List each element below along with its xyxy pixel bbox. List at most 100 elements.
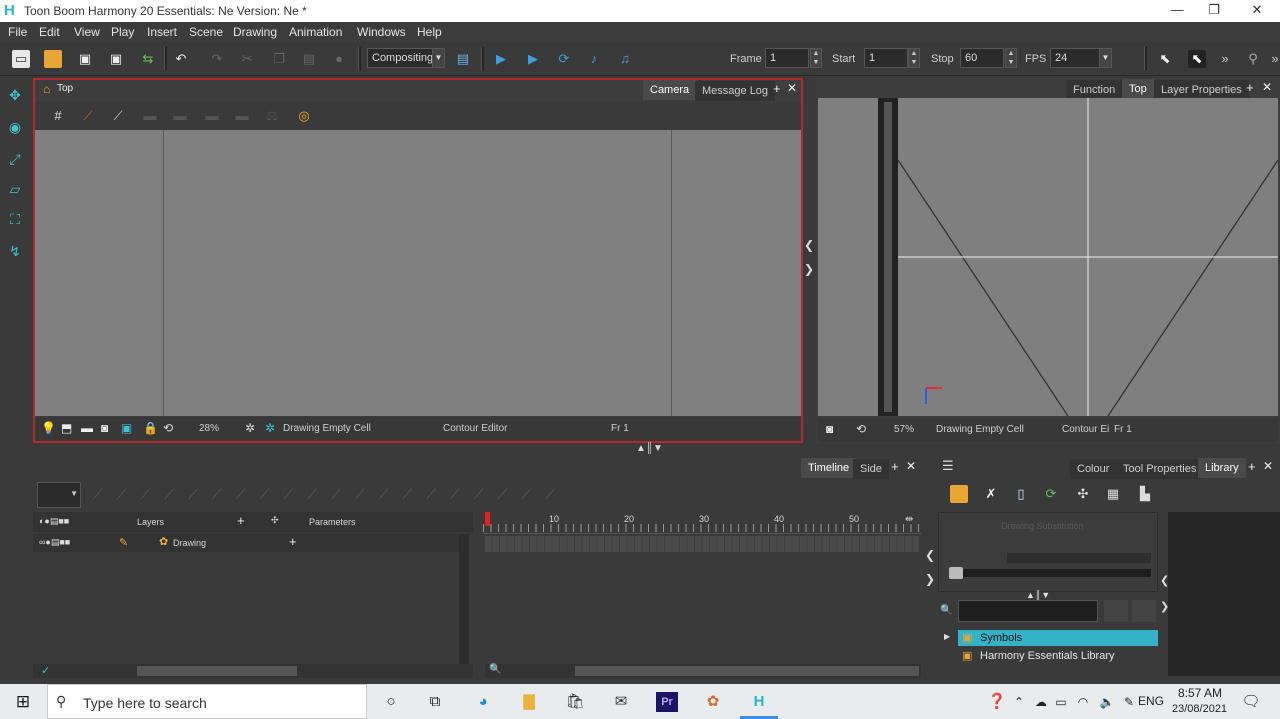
close-view-icon[interactable]: ✕	[787, 81, 797, 95]
select-tool-icon[interactable]: ⬉	[1156, 50, 1174, 68]
substitution-slider[interactable]	[949, 569, 1151, 577]
layers-scrollbar[interactable]	[459, 534, 469, 664]
sound-icon[interactable]: ♪	[585, 50, 603, 68]
scale-tool-icon[interactable]: ⤢	[6, 150, 24, 168]
tree-view-icon[interactable]: ▙	[1136, 485, 1154, 503]
close-view-icon[interactable]: ✕	[1262, 80, 1272, 94]
frame-field[interactable]: 1	[765, 48, 809, 68]
collapse-left-icon[interactable]: ❮	[804, 238, 814, 252]
notifications-icon[interactable]: 🗨	[1240, 692, 1262, 712]
split-collapse-icon[interactable]: ▲║▼	[1026, 590, 1050, 600]
camera-view-canvas[interactable]	[818, 98, 1278, 416]
panel-menu-icon[interactable]: ☰	[942, 458, 954, 474]
collapse-right-icon[interactable]: ❯	[925, 572, 935, 586]
collapse-left-icon[interactable]: ❮	[925, 548, 935, 562]
menu-play[interactable]: Play	[111, 25, 134, 39]
volume-icon[interactable]: 🔈	[1096, 692, 1118, 712]
stop-field[interactable]: 60	[960, 48, 1004, 68]
clock-time[interactable]: 8:57 AM	[1178, 686, 1222, 700]
tree-expand-icon[interactable]: ▶	[944, 632, 950, 641]
safe-area-icon[interactable]: ▣	[121, 421, 132, 435]
grid-icon[interactable]: #	[49, 107, 67, 125]
split-collapse-icon[interactable]: ▲║▼	[636, 443, 663, 454]
frame-stepper[interactable]: ▲ ▼	[810, 48, 822, 68]
tab-timeline[interactable]: Timeline	[801, 458, 857, 478]
settings-icon[interactable]: ✲	[245, 421, 255, 435]
tab-layer-properties[interactable]: Layer Properties	[1154, 80, 1249, 100]
timeline-layer-select[interactable]: ▼	[37, 482, 81, 508]
start-stepper[interactable]: ▲ ▼	[908, 48, 920, 68]
tab-message-log[interactable]: Message Log	[695, 81, 776, 101]
camera-view-zoom[interactable]: 57%	[894, 424, 914, 435]
cut-icon[interactable]: ✂	[238, 50, 256, 68]
delete-icon[interactable]: ●	[330, 50, 348, 68]
paste-icon[interactable]: ▤	[300, 50, 318, 68]
collapse-right-icon[interactable]: ❯	[1160, 600, 1169, 613]
harmony-taskbar-icon[interactable]: H	[748, 692, 770, 712]
wifi-icon[interactable]: ◠	[1072, 692, 1094, 712]
disabled-tool-icon[interactable]: ▬	[203, 107, 221, 125]
expand-timeline-icon[interactable]: ⇹	[905, 514, 913, 525]
cloud-icon[interactable]: ☁	[1030, 692, 1052, 712]
tray-chevron-icon[interactable]: ⌃	[1008, 692, 1030, 712]
workspace-select[interactable]: Compositing ▼	[367, 48, 445, 68]
frames-horizontal-scrollbar[interactable]	[575, 666, 919, 676]
add-parameter-icon[interactable]: +	[289, 534, 297, 549]
delete-library-icon[interactable]: ✗	[982, 485, 1000, 503]
timeline-edit-icon[interactable]: ✓	[41, 664, 50, 677]
rotate-tool-icon[interactable]: ✥	[6, 86, 24, 104]
render-play-icon[interactable]: ▶	[524, 50, 542, 68]
lock-icon[interactable]: 🔒	[143, 421, 158, 435]
transform-tool-icon[interactable]: ⛶	[6, 210, 24, 228]
substitution-slider-handle[interactable]	[949, 567, 963, 579]
open-library-icon[interactable]	[950, 485, 968, 503]
toolbar-more-icon[interactable]: »	[1216, 50, 1234, 68]
storyboard-app-icon[interactable]: ✿	[702, 692, 724, 712]
menu-scene[interactable]: Scene	[189, 25, 223, 39]
minimize-button[interactable]: —	[1157, 2, 1197, 20]
camera-mask-icon[interactable]: ◙	[101, 421, 108, 435]
skew-tool-icon[interactable]: ▱	[6, 180, 24, 198]
pen-icon[interactable]: ✎	[1118, 692, 1140, 712]
cortana-icon[interactable]: ○	[380, 692, 402, 712]
layer-name[interactable]: Drawing	[173, 538, 206, 548]
edge-icon[interactable]: ◕	[472, 692, 494, 712]
tab-top[interactable]: Top	[1122, 79, 1154, 99]
windows-start-icon[interactable]: ⊞	[12, 692, 34, 712]
add-view-icon[interactable]: +	[891, 459, 899, 474]
stop-stepper[interactable]: ▲ ▼	[1005, 48, 1017, 68]
disabled-tool-icon[interactable]: ▬	[233, 107, 251, 125]
tree-item-symbols[interactable]: ▣ Symbols	[958, 630, 1158, 646]
maximize-button[interactable]: ❐	[1194, 2, 1234, 20]
menu-windows[interactable]: Windows	[357, 25, 406, 39]
search-clear-button[interactable]	[1132, 600, 1156, 622]
new-folder-icon[interactable]: ▯	[1012, 485, 1030, 503]
layer-icon[interactable]: ⬒	[61, 421, 72, 435]
copy-icon[interactable]: ❐	[270, 50, 288, 68]
store-icon[interactable]: 🛍	[564, 692, 586, 712]
reset-view-icon[interactable]: ⟲	[163, 421, 173, 435]
frame-cells-row[interactable]	[485, 536, 919, 552]
visibility-toggles-icon[interactable]: ◐●▤■■	[39, 516, 69, 527]
tree-item-harmony-library[interactable]: ▣ Harmony Essentials Library	[958, 648, 1158, 664]
menu-edit[interactable]: Edit	[39, 25, 60, 39]
substitution-slider-track[interactable]	[1007, 553, 1151, 563]
add-view-icon[interactable]: +	[773, 81, 781, 96]
add-layer-icon[interactable]: +	[237, 513, 245, 528]
tab-colour[interactable]: Colour	[1070, 459, 1117, 479]
add-view-icon[interactable]: +	[1248, 459, 1256, 474]
menu-view[interactable]: View	[74, 25, 100, 39]
library-search-input[interactable]	[958, 600, 1098, 622]
list-view-icon[interactable]: ▦	[1104, 485, 1122, 503]
light-table-icon[interactable]: ◎	[295, 107, 313, 125]
sound-scrub-icon[interactable]: ♫	[616, 50, 634, 68]
menu-insert[interactable]: Insert	[147, 25, 177, 39]
disabled-tool-icon[interactable]: ▬	[141, 107, 159, 125]
lightbulb-icon[interactable]: 💡	[41, 421, 56, 435]
collapse-right-icon[interactable]: ❯	[804, 262, 814, 276]
search-option-button[interactable]	[1104, 600, 1128, 622]
disabled-tool-icon[interactable]: ⚖	[263, 107, 281, 125]
timeline-ruler[interactable]: 10 20 30 40 50 ⇹	[483, 512, 921, 534]
close-button[interactable]: ✕	[1237, 2, 1277, 20]
language-indicator[interactable]: ENG	[1138, 694, 1164, 708]
